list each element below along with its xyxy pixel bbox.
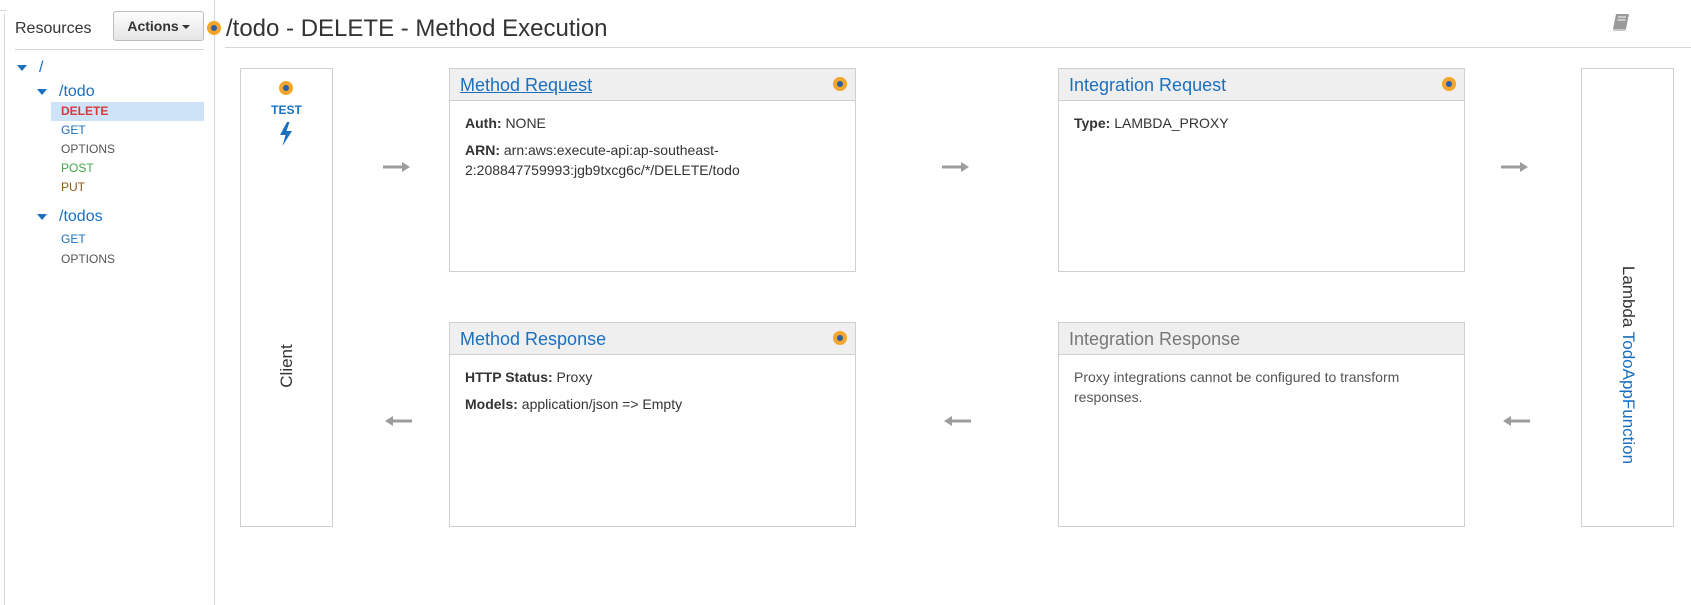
- panel-header: Method Response: [450, 323, 855, 355]
- client-test-column[interactable]: TEST Client: [240, 68, 333, 527]
- resources-label: Resources: [15, 20, 92, 37]
- http-status-row: HTTP Status: Proxy: [465, 367, 840, 387]
- method-request-panel: Method Request Auth: NONE ARN: arn:aws:e…: [449, 68, 856, 272]
- actions-label: Actions: [127, 18, 179, 34]
- page-title: /todo - DELETE - Method Execution: [226, 15, 608, 42]
- expand-triangle-icon: [37, 214, 47, 220]
- panel-header: Integration Response: [1059, 323, 1464, 355]
- integration-response-title: Integration Response: [1069, 329, 1241, 349]
- book-icon[interactable]: [1610, 12, 1632, 37]
- arn-value-line2: 2:208847759993:jgb9txcg6c/*/DELETE/todo: [465, 162, 740, 178]
- http-status-key: HTTP Status:: [465, 369, 553, 385]
- sidebar-divider: [15, 49, 204, 50]
- method-request-link[interactable]: Method Request: [460, 75, 592, 96]
- integration-response-note: Proxy integrations cannot be configured …: [1074, 367, 1449, 407]
- arrow-left-icon: [385, 416, 412, 426]
- actions-button[interactable]: Actions: [113, 11, 204, 41]
- lambda-prefix: Lambda: [1619, 265, 1638, 328]
- tree-item-root[interactable]: /: [17, 59, 43, 77]
- integration-response-panel: Integration Response Proxy integrations …: [1058, 322, 1465, 527]
- method-todos-get[interactable]: GET: [51, 230, 204, 249]
- auth-value: NONE: [505, 115, 546, 131]
- method-response-link[interactable]: Method Response: [460, 329, 606, 350]
- auth-key: Auth:: [465, 115, 502, 131]
- header-divider: [225, 47, 1691, 48]
- test-label[interactable]: TEST: [241, 103, 332, 117]
- orange-dot-icon: [833, 331, 847, 345]
- lightning-bolt-icon[interactable]: [278, 121, 294, 152]
- note-line2: responses.: [1074, 389, 1143, 405]
- expand-triangle-icon: [37, 89, 47, 95]
- tree-item-todo[interactable]: /todo: [37, 83, 95, 101]
- method-todo-get[interactable]: GET: [51, 121, 204, 140]
- resource-todos-label: /todos: [59, 208, 103, 225]
- resource-todo-label: /todo: [59, 83, 95, 100]
- arn-key: ARN:: [465, 142, 500, 158]
- arn-row: ARN: arn:aws:execute-api:ap-southeast- 2…: [465, 140, 840, 180]
- auth-row: Auth: NONE: [465, 113, 840, 133]
- orange-dot-icon: [279, 81, 293, 95]
- resource-root-label: /: [39, 59, 44, 76]
- models-value: application/json => Empty: [521, 396, 683, 412]
- orange-dot-icon: [1442, 77, 1456, 91]
- arrow-right-icon: [942, 162, 969, 172]
- method-response-panel: Method Response HTTP Status: Proxy Model…: [449, 322, 856, 527]
- lambda-backend-column: Lambda TodoAppFunction: [1581, 68, 1674, 527]
- integration-request-link[interactable]: Integration Request: [1069, 75, 1226, 96]
- method-todo-put[interactable]: PUT: [51, 178, 204, 197]
- type-row: Type: LAMBDA_PROXY: [1074, 113, 1449, 133]
- status-dot-icon: [207, 21, 221, 35]
- method-todos-options[interactable]: OPTIONS: [51, 250, 204, 269]
- arrow-left-icon: [944, 416, 971, 426]
- note-line1: Proxy integrations cannot be configured …: [1074, 369, 1400, 385]
- type-value: LAMBDA_PROXY: [1114, 115, 1229, 131]
- panel-header: Method Request: [450, 69, 855, 101]
- expand-triangle-icon: [17, 65, 27, 71]
- method-todo-options[interactable]: OPTIONS: [51, 140, 204, 159]
- resources-sidebar: Resources Actions / /todo DELETE GET OPT…: [0, 0, 215, 605]
- caret-down-icon: [181, 25, 190, 29]
- lambda-function-link[interactable]: TodoAppFunction: [1619, 332, 1638, 464]
- lambda-label: Lambda TodoAppFunction: [1618, 266, 1638, 464]
- panel-header: Integration Request: [1059, 69, 1464, 101]
- client-label: Client: [277, 344, 296, 388]
- http-status-value: Proxy: [556, 369, 593, 385]
- orange-dot-icon: [833, 77, 847, 91]
- arrow-right-icon: [1501, 162, 1528, 172]
- models-key: Models:: [465, 396, 518, 412]
- arn-value-line1: arn:aws:execute-api:ap-southeast-: [503, 142, 719, 158]
- arrow-left-icon: [1503, 416, 1530, 426]
- integration-request-panel: Integration Request Type: LAMBDA_PROXY: [1058, 68, 1465, 272]
- method-todo-post[interactable]: POST: [51, 159, 204, 178]
- method-todo-delete[interactable]: DELETE: [51, 102, 204, 121]
- arrow-right-icon: [383, 162, 410, 172]
- models-row: Models: application/json => Empty: [465, 394, 840, 414]
- type-key: Type:: [1074, 115, 1111, 131]
- tree-item-todos[interactable]: /todos: [37, 208, 103, 226]
